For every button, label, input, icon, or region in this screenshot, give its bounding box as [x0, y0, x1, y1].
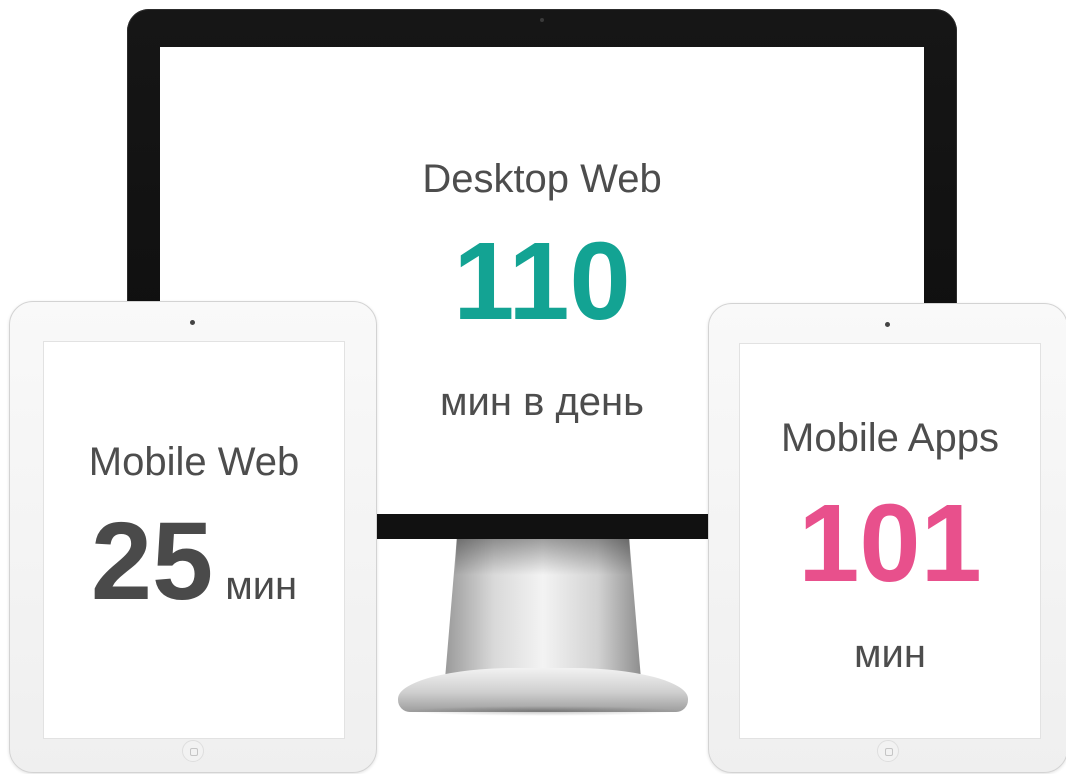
mobile-apps-value: 101: [798, 482, 982, 605]
mobile-web-tablet: Mobile Web 25 мин: [9, 301, 377, 773]
tablet-camera-icon: [885, 322, 890, 327]
mobile-apps-unit: мин: [854, 632, 926, 676]
mobile-web-unit: мин: [225, 564, 298, 608]
tablet-home-button-icon: [877, 740, 899, 762]
mobile-apps-tablet-screen: Mobile Apps 101 мин: [739, 343, 1041, 739]
desktop-web-title: Desktop Web: [422, 157, 662, 201]
mobile-apps-tablet: Mobile Apps 101 мин: [708, 303, 1066, 773]
mobile-web-value: 25: [90, 500, 214, 623]
devices-infographic: Desktop Web 110 мин в день Mobile Web 25…: [0, 0, 1066, 774]
tablet-home-button-icon: [182, 740, 204, 762]
mobile-apps-title: Mobile Apps: [781, 416, 999, 460]
monitor-camera-icon: [540, 18, 544, 22]
monitor-base-shadow: [404, 706, 682, 716]
mobile-web-tablet-screen: Mobile Web 25 мин: [43, 341, 345, 739]
tablet-camera-icon: [190, 320, 195, 325]
monitor-stand-shadow: [454, 539, 632, 575]
mobile-web-title: Mobile Web: [88, 440, 300, 484]
mobile-web-value-row: 25 мин: [44, 507, 344, 617]
